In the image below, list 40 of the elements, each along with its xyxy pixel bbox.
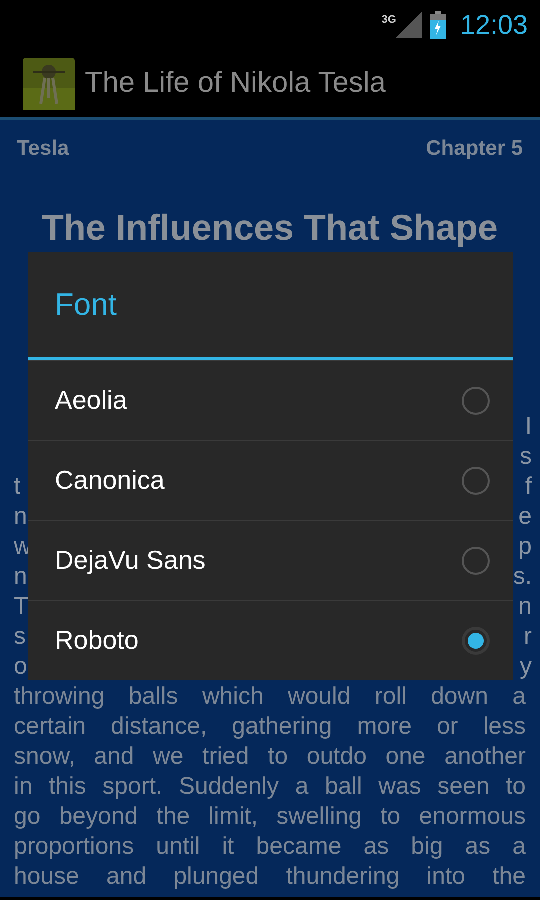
body-text-line: go beyond the limit, swelling to enormous: [14, 802, 526, 832]
signal-icon: [396, 12, 422, 38]
text-fragment: s.: [513, 562, 532, 592]
radio-button[interactable]: [462, 546, 490, 574]
clock-time: 12:03: [460, 10, 528, 40]
text-fragment: T: [14, 592, 29, 622]
text-fragment: n: [518, 592, 532, 622]
text-fragment: s: [14, 622, 26, 652]
font-option[interactable]: Roboto: [28, 600, 513, 680]
text-fragment: r: [524, 622, 532, 652]
network-type-label: 3G: [382, 14, 396, 26]
body-text-line: proportions until it became as big as a: [14, 832, 526, 862]
font-option[interactable]: Aeolia: [28, 360, 513, 440]
chapter-title: The Influences That Shape: [40, 206, 500, 250]
app-icon[interactable]: [23, 58, 75, 110]
text-fragment: I: [525, 412, 532, 442]
radio-button[interactable]: [462, 466, 490, 494]
text-fragment: s: [520, 442, 532, 472]
font-option[interactable]: DejaVu Sans: [28, 520, 513, 600]
text-fragment: y: [520, 652, 532, 682]
battery-icon: [430, 11, 446, 39]
chapter-label: Chapter 5: [426, 137, 523, 161]
body-text-line: house and plunged thundering into the: [14, 862, 526, 892]
app-title: The Life of Nikola Tesla: [85, 67, 386, 100]
text-fragment: p: [518, 532, 532, 562]
text-fragment: t: [14, 472, 21, 502]
radio-button[interactable]: [462, 386, 490, 414]
body-text-line: certain distance, gathering more or less: [14, 712, 526, 742]
radio-button[interactable]: [462, 626, 490, 654]
text-fragment: f: [525, 472, 532, 502]
text-fragment: n: [14, 562, 28, 592]
body-text-line: in this sport. Suddenly a ball was seen to: [14, 772, 526, 802]
dialog-title: Font: [28, 252, 513, 360]
body-text-line: snow, and we tried to outdo one another: [14, 742, 526, 772]
body-text-line: throwing balls which would roll down a: [14, 682, 526, 712]
text-fragment: e: [518, 502, 532, 532]
text-fragment: o: [14, 652, 28, 682]
text-fragment: n: [14, 502, 28, 532]
font-option[interactable]: Canonica: [28, 440, 513, 520]
book-author: Tesla: [17, 137, 70, 161]
